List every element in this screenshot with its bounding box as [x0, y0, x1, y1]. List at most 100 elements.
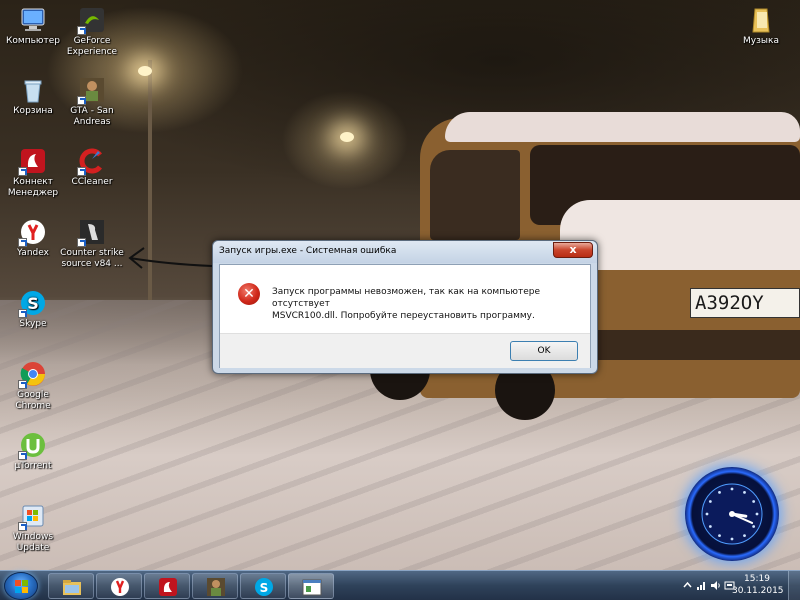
dialog-footer: OK [220, 333, 590, 368]
desktop-icon-computer[interactable]: Компьютер [0, 6, 66, 47]
desktop-icon-counter-strike[interactable]: Counter strike source v84 ... [57, 218, 127, 270]
wallpaper-lamp [340, 132, 354, 142]
dialog-titlebar[interactable]: Запуск игры.exe - Системная ошибка x [213, 241, 597, 263]
taskbar-item-gta[interactable] [192, 573, 238, 599]
desktop-icon-connect-manager[interactable]: Коннект Менеджер [0, 147, 66, 199]
volume-icon[interactable] [710, 580, 721, 591]
close-button[interactable]: x [553, 242, 593, 258]
wallpaper-car-snow [445, 112, 800, 142]
ccleaner-icon [77, 147, 106, 176]
shortcut-arrow-icon [18, 380, 27, 389]
show-hidden-icons-icon[interactable] [682, 580, 693, 591]
desktop[interactable]: A392OY Компьютер GeForce Experience Корз… [0, 0, 800, 570]
geforce-icon [77, 6, 106, 35]
shortcut-arrow-icon [18, 238, 27, 247]
desktop-icon-label: CCleaner [71, 177, 113, 187]
system-tray: 15:19 30.11.2015 [676, 571, 800, 600]
hand-drawn-arrow [128, 247, 213, 269]
shortcut-arrow-icon [77, 96, 86, 105]
explorer-folder-icon [63, 580, 81, 595]
desktop-icon-label: Skype [19, 319, 47, 329]
taskbar-item-explorer[interactable] [48, 573, 94, 599]
clock-tick [705, 512, 709, 516]
clock-face [701, 483, 763, 545]
desktop-icon-label: Counter strike source v84 ... [60, 248, 124, 269]
connect-manager-icon [18, 147, 47, 176]
yandex-icon [18, 218, 47, 247]
desktop-icon-label: Компьютер [6, 36, 60, 46]
clock-tick [708, 500, 712, 503]
dialog-title: Запуск игры.exe - Системная ошибка [219, 246, 397, 256]
taskbar-item-yandex[interactable] [96, 573, 142, 599]
dialog-message-line: Запуск программы невозможен, так как на … [272, 287, 541, 309]
desktop-icon-label: Корзина [13, 106, 53, 116]
clock-gadget[interactable] [685, 467, 779, 561]
desktop-icon-label: µTorrent [14, 461, 52, 471]
desktop-icon-label: Google Chrome [15, 390, 51, 411]
clock-tick [718, 534, 721, 538]
clock-tick [718, 490, 721, 494]
clock-tick [730, 537, 734, 541]
desktop-icon-recycle-bin[interactable]: Корзина [0, 76, 66, 117]
network-icon[interactable] [696, 580, 707, 591]
windows-update-icon [18, 502, 47, 531]
folder-icon [747, 6, 775, 34]
taskbar-item-error-window[interactable] [288, 573, 334, 599]
shortcut-arrow-icon [77, 238, 86, 247]
clock-tick [755, 512, 759, 516]
taskbar-item-skype[interactable]: S [240, 573, 286, 599]
shortcut-arrow-icon [18, 309, 27, 318]
desktop-icon-skype[interactable]: S Skype [0, 289, 66, 330]
chrome-icon [18, 360, 47, 389]
desktop-icon-label: GeForce Experience [66, 36, 118, 57]
wallpaper-lamp [138, 66, 152, 76]
gta-icon [77, 76, 106, 105]
window-icon [302, 579, 322, 596]
desktop-icon-utorrent[interactable]: µTorrent [0, 431, 66, 472]
start-button[interactable] [4, 572, 38, 600]
desktop-icon-label: Коннект Менеджер [7, 177, 59, 198]
license-plate: A392OY [690, 288, 800, 318]
shortcut-arrow-icon [18, 451, 27, 460]
shortcut-arrow-icon [77, 167, 86, 176]
clock-tick [752, 500, 756, 503]
clock-tick [752, 525, 756, 528]
computer-icon [19, 6, 47, 34]
shortcut-arrow-icon [18, 167, 27, 176]
svg-text:S: S [260, 581, 269, 595]
recycle-bin-icon [19, 76, 47, 104]
skype-icon: S [18, 289, 47, 318]
taskbar-item-connect-manager[interactable] [144, 573, 190, 599]
clock-tick [730, 487, 734, 491]
shortcut-arrow-icon [77, 26, 86, 35]
show-desktop-button[interactable] [788, 571, 800, 600]
counter-strike-icon [77, 218, 106, 247]
desktop-icon-windows-update[interactable]: Windows Update [0, 502, 66, 554]
desktop-icon-label: Windows Update [12, 532, 54, 553]
tray-clock-time[interactable]: 15:19 [732, 574, 782, 584]
wallpaper-car-window [430, 150, 520, 240]
shortcut-arrow-icon [18, 522, 27, 531]
desktop-icon-label: Музыка [743, 36, 779, 46]
desktop-icon-chrome[interactable]: Google Chrome [0, 360, 66, 412]
error-icon: ✕ [238, 283, 260, 305]
dialog-content: ✕ Запуск программы невозможен, так как н… [219, 264, 591, 368]
gta-icon [207, 578, 225, 596]
error-dialog[interactable]: Запуск игры.exe - Системная ошибка x ✕ З… [212, 240, 598, 374]
desktop-icon-gta[interactable]: GTA - San Andreas [59, 76, 125, 128]
desktop-icon-music[interactable]: Музыка [728, 6, 794, 47]
svg-text:S: S [27, 294, 39, 313]
clock-tick [743, 490, 746, 494]
desktop-icon-geforce[interactable]: GeForce Experience [59, 6, 125, 58]
yandex-icon [111, 578, 129, 596]
desktop-icon-label: GTA - San Andreas [70, 106, 114, 127]
skype-icon: S [255, 578, 273, 596]
tray-clock-date[interactable]: 30.11.2015 [732, 586, 784, 596]
desktop-icon-ccleaner[interactable]: CCleaner [59, 147, 125, 188]
dialog-message-line: MSVCR100.dll. Попробуйте переустановить … [272, 311, 535, 321]
ok-button[interactable]: OK [510, 341, 578, 361]
clock-tick [743, 534, 746, 538]
connect-manager-icon [159, 578, 177, 596]
taskbar: S 15:19 30.11.2015 [0, 570, 800, 600]
utorrent-icon [18, 431, 47, 460]
